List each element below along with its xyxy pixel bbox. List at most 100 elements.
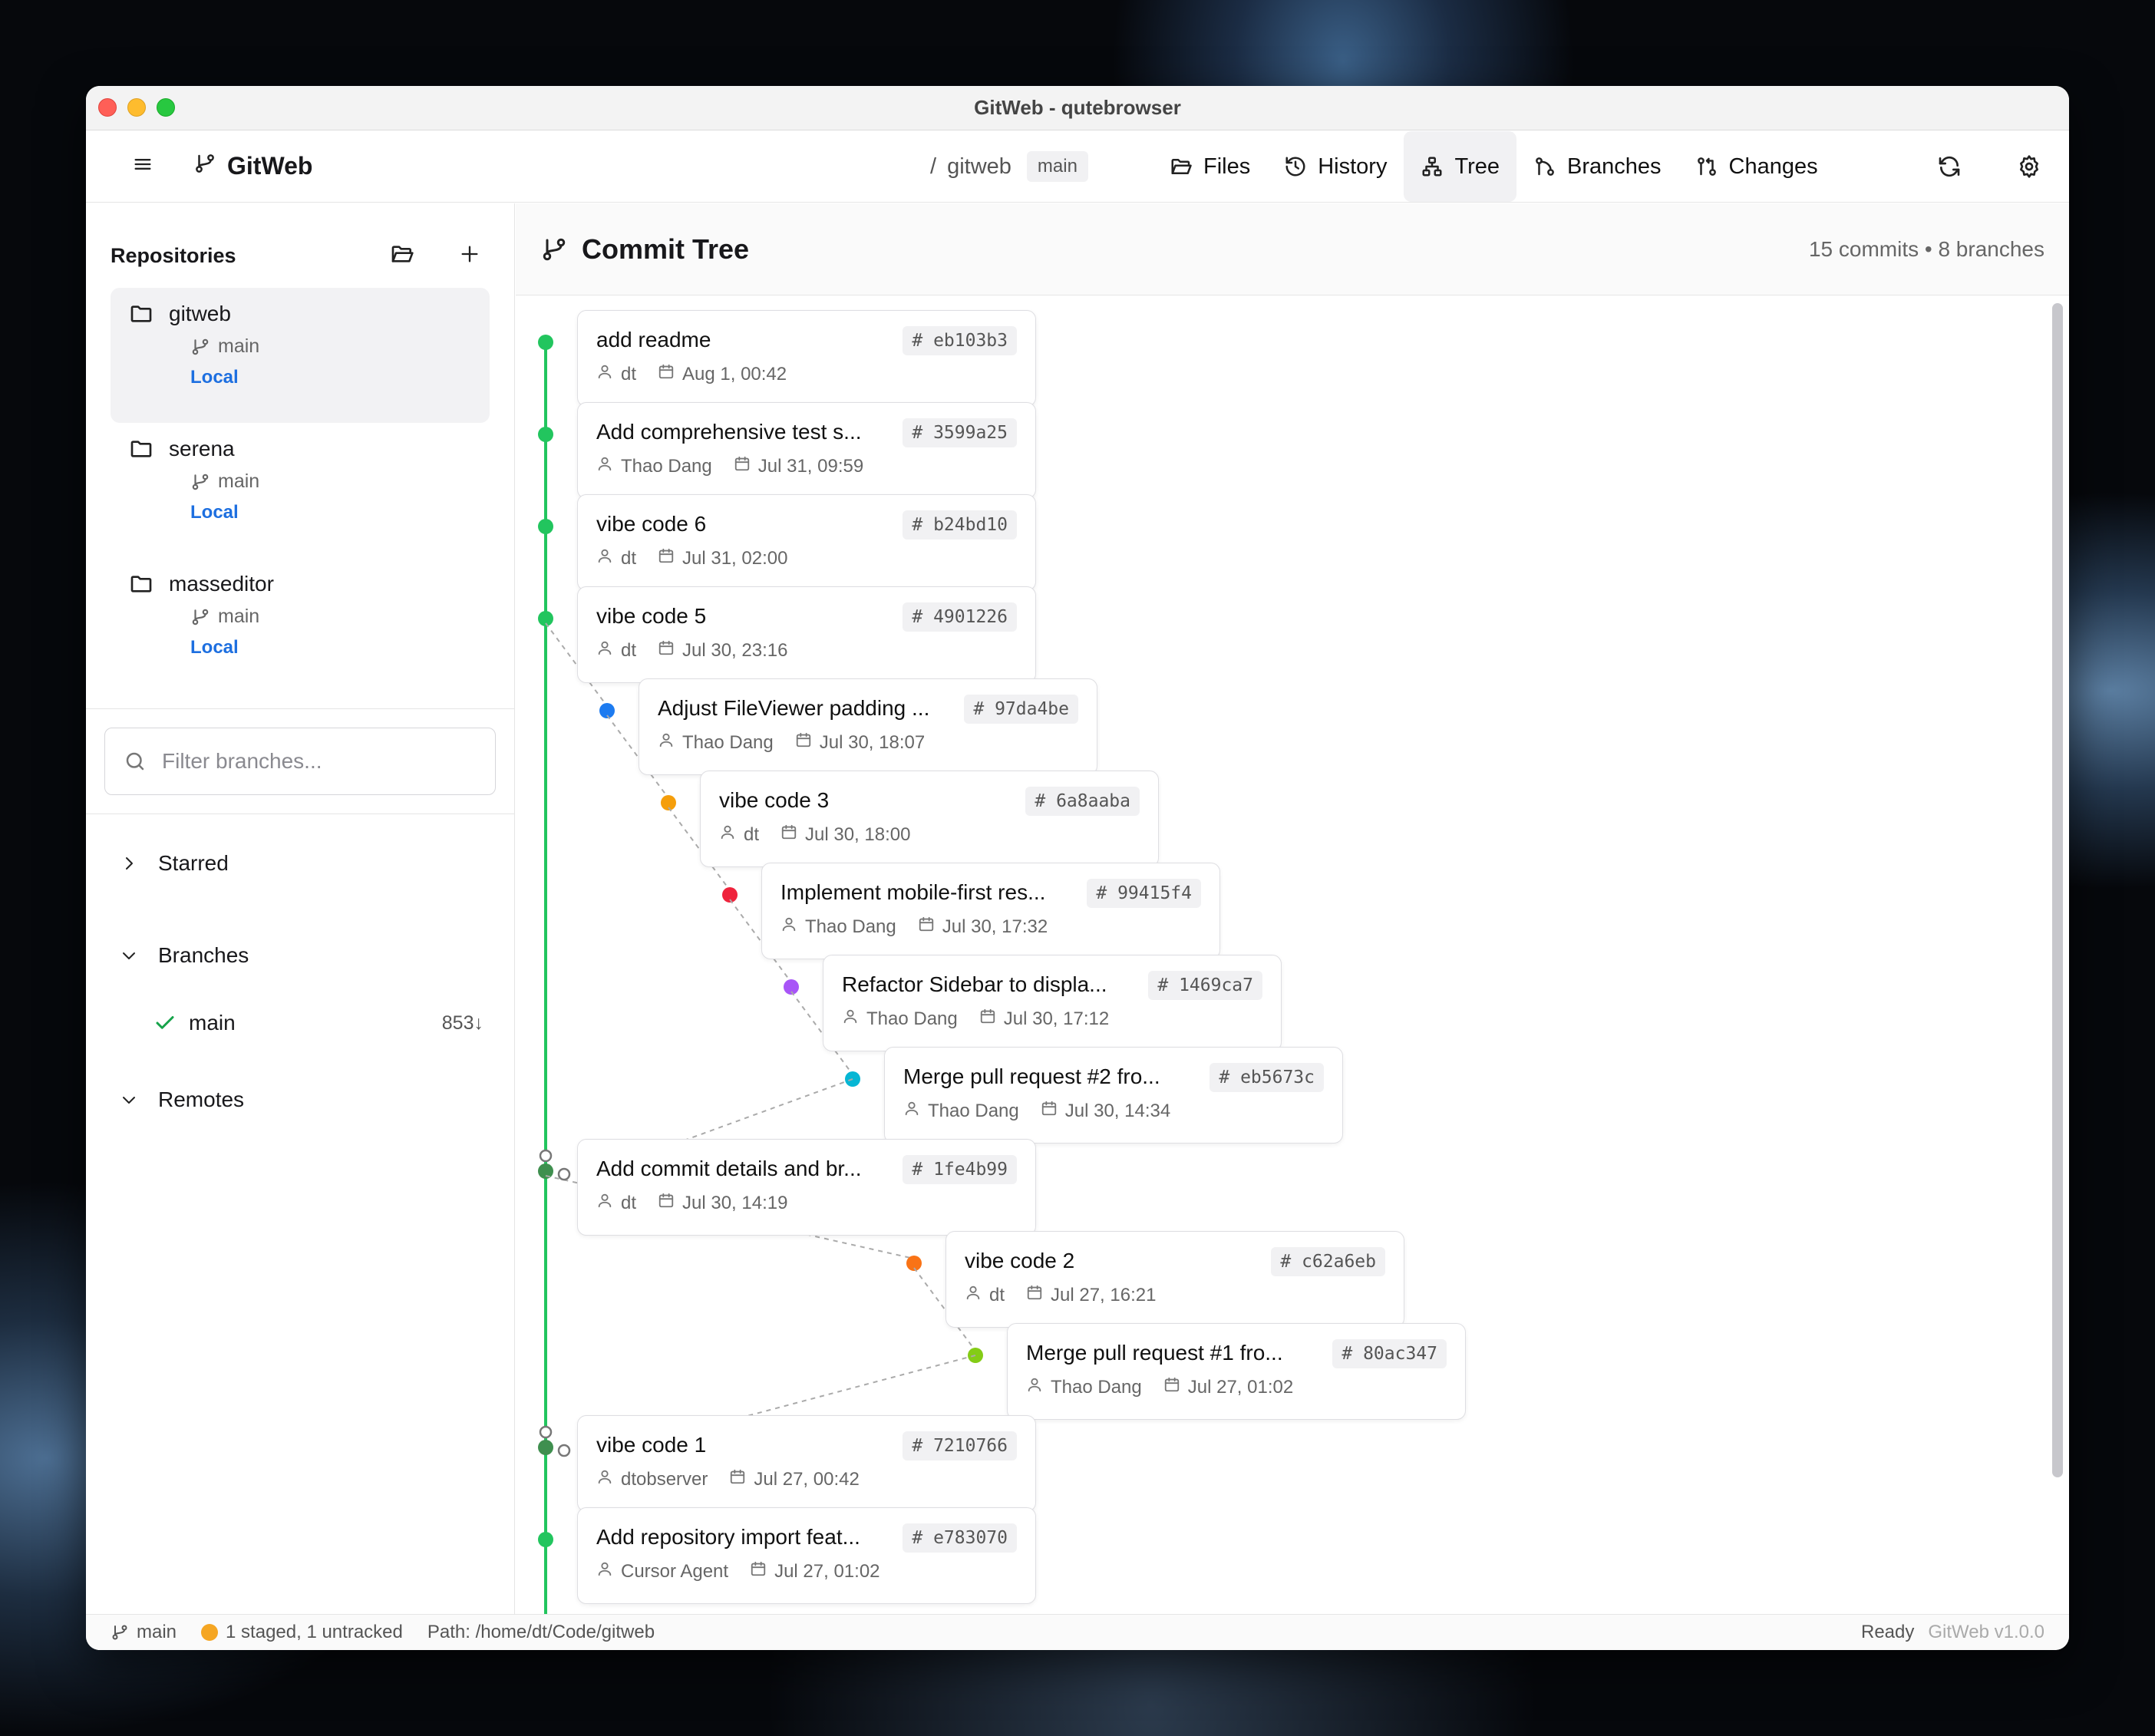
- commit-date: Jul 27, 01:02: [1187, 1376, 1294, 1398]
- commit-message: Add repository import feat...: [596, 1525, 860, 1549]
- calendar-icon: [979, 1008, 996, 1030]
- merge-marker: [557, 1167, 571, 1181]
- commit-hash[interactable]: # 3599a25: [903, 418, 1017, 447]
- commit-date: Jul 27, 16:21: [1051, 1284, 1157, 1305]
- brand[interactable]: GitWeb: [193, 152, 312, 181]
- repo-name: serena: [169, 437, 235, 460]
- filter-placeholder: Filter branches...: [162, 749, 322, 773]
- nav-files-label: Files: [1203, 153, 1251, 179]
- commit-hash[interactable]: # e783070: [903, 1523, 1017, 1553]
- user-icon: [596, 547, 613, 569]
- commit-date: Jul 30, 18:00: [805, 823, 911, 845]
- commit-hash[interactable]: # 97da4be: [964, 695, 1078, 724]
- commit-author: dtobserver: [621, 1468, 708, 1490]
- breadcrumb-repo[interactable]: gitweb: [947, 154, 1011, 180]
- maximize-window-button[interactable]: [157, 98, 175, 117]
- close-window-button[interactable]: [98, 98, 117, 117]
- graph-scrollbar[interactable]: [2052, 303, 2063, 1477]
- refresh-button[interactable]: [1909, 130, 1989, 203]
- git-compare-icon: [1697, 157, 1716, 176]
- git-branch-icon: [193, 152, 216, 181]
- commit-card[interactable]: vibe code 2 # c62a6eb dt Jul 27, 16:21: [945, 1231, 1404, 1328]
- branch-item-main[interactable]: main 853↓: [86, 1000, 514, 1046]
- calendar-icon: [1026, 1284, 1043, 1306]
- commit-node[interactable]: [538, 519, 553, 534]
- calendar-icon: [658, 1192, 675, 1214]
- gear-icon: [2020, 155, 2038, 178]
- status-bar: main 1 staged, 1 untracked Path: /home/d…: [86, 1614, 2069, 1650]
- commit-hash[interactable]: # 1fe4b99: [903, 1155, 1017, 1184]
- commit-message: Adjust FileViewer padding ...: [658, 696, 930, 720]
- main-nav: Files History Tree Branches Changes: [1153, 130, 1835, 203]
- repo-item-serena[interactable]: serena main Local: [111, 423, 490, 558]
- commit-hash[interactable]: # 7210766: [903, 1431, 1017, 1460]
- nav-tree-label: Tree: [1454, 153, 1500, 179]
- window-controls: [98, 98, 175, 117]
- commit-author: dt: [621, 363, 637, 384]
- commit-card[interactable]: Add comprehensive test s... # 3599a25 Thao…: [577, 402, 1036, 499]
- commit-card[interactable]: Refactor Sidebar to displa... # 1469ca7 Th…: [823, 955, 1282, 1051]
- nav-branches[interactable]: Branches: [1516, 130, 1678, 203]
- settings-button[interactable]: [1989, 130, 2069, 203]
- user-icon: [596, 639, 613, 662]
- filter-branches-input[interactable]: Filter branches...: [104, 728, 496, 795]
- commit-card[interactable]: Adjust FileViewer padding ... # 97da4be Th…: [639, 678, 1097, 775]
- repo-branch: main: [218, 470, 260, 492]
- section-starred[interactable]: Starred: [86, 840, 514, 886]
- commit-hash[interactable]: # 99415f4: [1087, 879, 1201, 908]
- git-branch-icon: [192, 474, 209, 490]
- calendar-icon: [1163, 1376, 1180, 1398]
- nav-files[interactable]: Files: [1153, 130, 1267, 203]
- menu-icon[interactable]: [132, 153, 153, 179]
- commit-card[interactable]: Merge pull request #1 fro... # 80ac347 Tha…: [1007, 1323, 1466, 1420]
- open-folder-button[interactable]: [390, 242, 414, 270]
- breadcrumb: / gitweb main: [930, 130, 1088, 203]
- commit-node[interactable]: [538, 1532, 553, 1547]
- commit-hash[interactable]: # eb103b3: [903, 326, 1017, 355]
- calendar-icon: [918, 916, 935, 938]
- commit-hash[interactable]: # 1469ca7: [1148, 971, 1262, 1000]
- section-branches[interactable]: Branches: [86, 932, 514, 979]
- commit-date: Jul 30, 17:12: [1003, 1008, 1110, 1029]
- section-remotes[interactable]: Remotes: [86, 1077, 514, 1123]
- commit-card[interactable]: add readme # eb103b3 dt Aug 1, 00:42: [577, 310, 1036, 407]
- commit-card[interactable]: Add repository import feat... # e783070 Cu…: [577, 1507, 1036, 1604]
- repo-item-masseditor[interactable]: masseditor main Local: [111, 558, 490, 693]
- commit-hash[interactable]: # 6a8aaba: [1025, 787, 1140, 816]
- commit-message: vibe code 2: [965, 1249, 1075, 1272]
- commit-author: Thao Dang: [805, 916, 896, 937]
- plus-icon: [461, 246, 478, 262]
- commit-card[interactable]: vibe code 5 # 4901226 dt Jul 30, 23:16: [577, 586, 1036, 683]
- folder-open-icon: [1171, 159, 1192, 174]
- commit-hash[interactable]: # c62a6eb: [1271, 1247, 1385, 1276]
- nav-branches-label: Branches: [1567, 153, 1662, 179]
- commit-hash[interactable]: # eb5673c: [1210, 1063, 1324, 1092]
- commit-card[interactable]: vibe code 3 # 6a8aaba dt Jul 30, 18:00: [700, 771, 1159, 867]
- folder-icon: [130, 441, 152, 457]
- add-repository-button[interactable]: [459, 243, 480, 269]
- commit-card[interactable]: vibe code 1 # 7210766 dtobserver Jul 27, 00…: [577, 1415, 1036, 1512]
- nav-history[interactable]: History: [1267, 130, 1404, 203]
- nav-changes-label: Changes: [1728, 153, 1818, 179]
- minimize-window-button[interactable]: [127, 98, 146, 117]
- commit-hash[interactable]: # b24bd10: [903, 510, 1017, 540]
- commit-node[interactable]: [538, 335, 553, 350]
- user-icon: [719, 823, 736, 846]
- status-changes: 1 staged, 1 untracked: [201, 1622, 403, 1643]
- commit-card[interactable]: Merge pull request #2 fro... # eb5673c Tha…: [884, 1047, 1343, 1144]
- commit-node[interactable]: [538, 427, 553, 442]
- commit-card[interactable]: vibe code 6 # b24bd10 dt Jul 31, 02:00: [577, 494, 1036, 591]
- commit-card[interactable]: Implement mobile-first res... # 99415f4 Th…: [761, 863, 1220, 959]
- nav-tree[interactable]: Tree: [1404, 131, 1517, 202]
- commit-message: Add comprehensive test s...: [596, 420, 862, 444]
- app-version: GitWeb v1.0.0: [1928, 1622, 2044, 1642]
- commit-hash[interactable]: # 80ac347: [1332, 1339, 1447, 1368]
- commit-hash[interactable]: # 4901226: [903, 602, 1017, 632]
- commit-author: dt: [621, 639, 637, 661]
- repo-item-gitweb[interactable]: gitweb main Local: [111, 288, 490, 423]
- commit-date: Jul 27, 00:42: [754, 1468, 860, 1490]
- repo-location: Local: [190, 367, 239, 388]
- commit-node[interactable]: [538, 1440, 553, 1455]
- commit-card[interactable]: Add commit details and br... # 1fe4b99 dt J…: [577, 1139, 1036, 1236]
- nav-changes[interactable]: Changes: [1678, 130, 1835, 203]
